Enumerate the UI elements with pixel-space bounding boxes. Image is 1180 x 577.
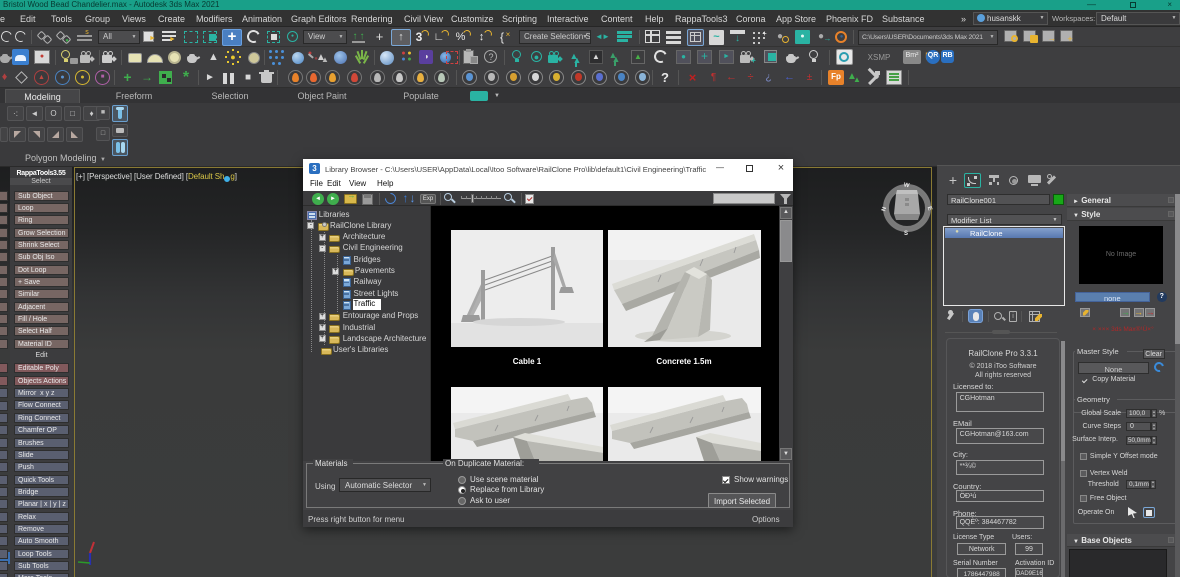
svg-text:S: S [904, 231, 908, 236]
